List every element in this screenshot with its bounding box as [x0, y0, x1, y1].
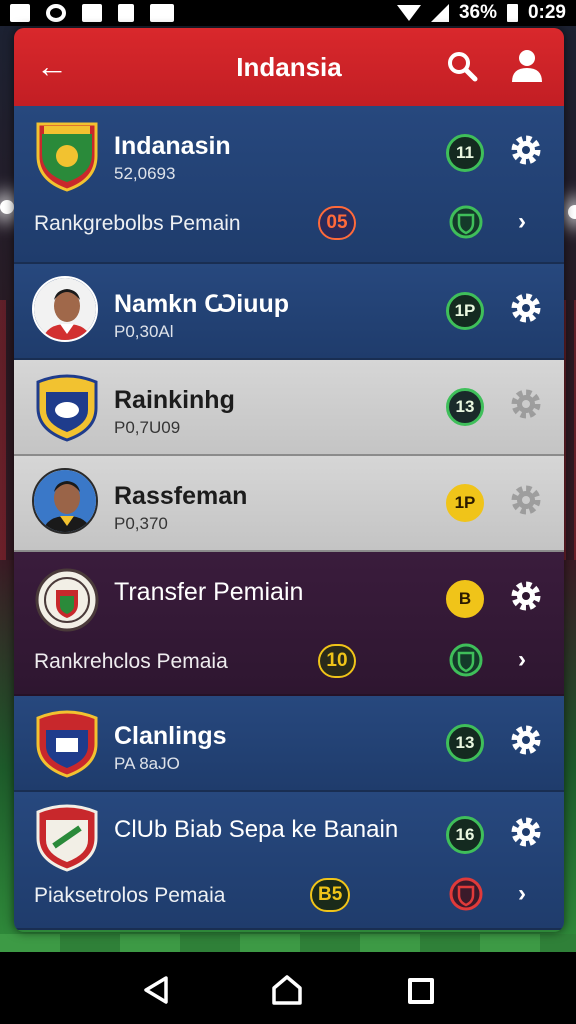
status-bar: 36% 0:29	[0, 0, 576, 26]
gear-icon[interactable]	[508, 386, 544, 422]
wifi-icon	[396, 5, 421, 21]
list-item[interactable]: ClUb Biab Sepa ke Banain 16 Piaksetrolos…	[14, 792, 564, 930]
list-item[interactable]: Rainkinhg P0,7U09 13	[14, 360, 564, 456]
player-avatar	[32, 468, 98, 534]
gear-icon[interactable]	[508, 132, 544, 168]
nav-home-icon[interactable]	[270, 974, 304, 1006]
club-crest-icon	[36, 374, 98, 442]
shield-icon	[449, 643, 483, 677]
user-icon[interactable]	[510, 48, 544, 84]
points-badge: B5	[310, 878, 351, 912]
club-points: 52,0693	[114, 164, 176, 183]
club-crest-icon	[35, 568, 99, 632]
gear-icon[interactable]	[508, 290, 544, 326]
stadium-light	[0, 200, 14, 214]
list-item[interactable]: Rassfeman P0,370 1P	[14, 456, 564, 552]
player-points: P0,370	[114, 514, 168, 533]
shield-icon	[449, 877, 483, 911]
player-points: P0,30Al	[114, 322, 174, 341]
nav-back-icon[interactable]	[140, 974, 172, 1006]
rank-badge: 16	[446, 816, 484, 854]
pitch-background	[0, 934, 576, 954]
mail-icon	[82, 4, 102, 22]
rank-badge: 11	[446, 134, 484, 172]
main-panel: ← Indansia Indanasin 52,0693 11 Rankgreb…	[14, 28, 564, 932]
gear-icon[interactable]	[508, 482, 544, 518]
club-name: Rainkinhg	[114, 386, 235, 414]
shield-icon	[449, 205, 483, 239]
points-badge: 10	[318, 644, 356, 678]
club-name: Indanasin	[114, 132, 231, 160]
gear-icon[interactable]	[508, 722, 544, 758]
document-icon	[118, 4, 134, 22]
system-nav-bar	[0, 952, 576, 1024]
card-subtitle: PA 8aJO	[114, 754, 180, 773]
circle-app-icon	[46, 4, 66, 22]
player-name: Namkn Ѡiuup	[114, 290, 290, 318]
club-crest-icon	[36, 804, 98, 872]
points-badge: 05	[318, 206, 356, 240]
page-title: Indansia	[236, 51, 342, 82]
club-points: P0,7U09	[114, 418, 181, 437]
rank-badge: B	[446, 580, 484, 618]
ranking-row[interactable]: Rankrehclos Pemaia 10 ›	[14, 638, 564, 688]
card-title: ClUb Biab Sepa ke Banain	[114, 816, 399, 843]
card-title: Transfer Pemiain	[114, 578, 304, 606]
gear-icon[interactable]	[508, 578, 544, 614]
chevron-right-icon[interactable]: ›	[518, 208, 526, 236]
club-crest-icon	[36, 122, 98, 192]
card-title: Clanlings	[114, 722, 227, 750]
ranking-label: Piaksetrolos Pemaia	[34, 884, 226, 907]
rank-badge: 1P	[446, 292, 484, 330]
gear-icon[interactable]	[508, 814, 544, 850]
player-avatar	[32, 276, 98, 342]
player-name: Rassfeman	[114, 482, 248, 510]
rank-badge: 1P	[446, 484, 484, 522]
nav-recent-icon[interactable]	[408, 978, 434, 1004]
stadium-light	[568, 205, 576, 219]
ranking-label: Rankgrebolbs Pemain	[34, 212, 241, 235]
photo-icon	[10, 4, 30, 22]
list-item[interactable]: Namkn Ѡiuup P0,30Al 1P	[14, 264, 564, 360]
rank-badge: 13	[446, 724, 484, 762]
list-item[interactable]: Clanlings PA 8aJO 13	[14, 696, 564, 792]
chevron-right-icon[interactable]: ›	[518, 880, 526, 908]
app-bar: ← Indansia	[14, 28, 564, 106]
battery-icon	[506, 4, 518, 22]
chevron-right-icon[interactable]: ›	[518, 646, 526, 674]
image-icon	[150, 4, 174, 22]
ranking-row[interactable]: Rankgrebolbs Pemain 05 ›	[14, 200, 564, 250]
ranking-row[interactable]: Piaksetrolos Pemaia B5 ›	[14, 872, 564, 922]
search-icon[interactable]	[446, 50, 478, 82]
battery-percent: 36%	[458, 2, 497, 23]
club-crest-icon	[36, 710, 98, 778]
list-item[interactable]: Transfer Pemiain B Rankrehclos Pemaia 10…	[14, 552, 564, 696]
list-item[interactable]: Indanasin 52,0693 11 Rankgrebolbs Pemain…	[14, 106, 564, 264]
signal-icon	[430, 4, 449, 22]
clock: 0:29	[527, 2, 566, 23]
rank-badge: 13	[446, 388, 484, 426]
back-arrow-icon[interactable]: ←	[36, 48, 68, 84]
ranking-label: Rankrehclos Pemaia	[34, 650, 228, 673]
